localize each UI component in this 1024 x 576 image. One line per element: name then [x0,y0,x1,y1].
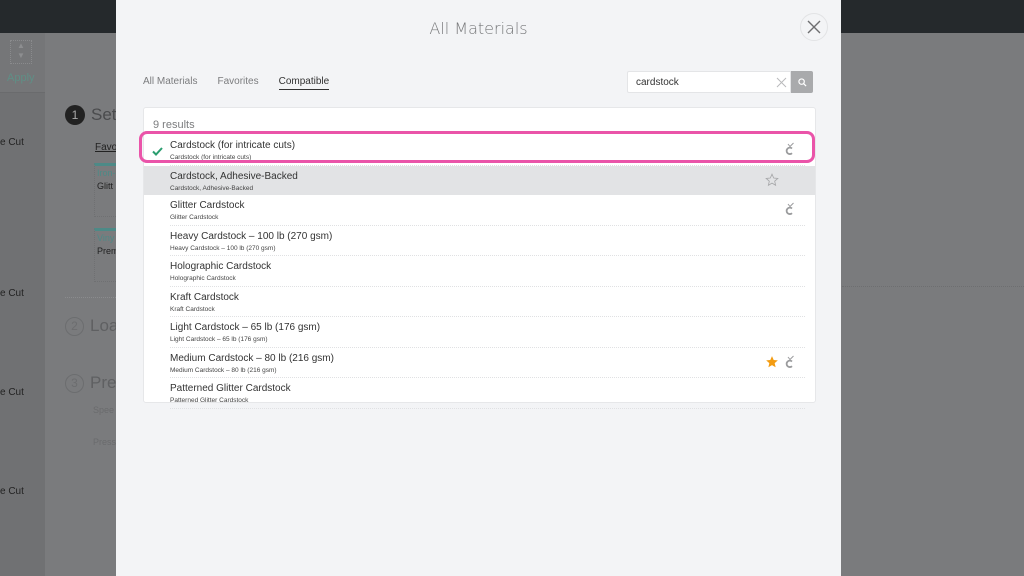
material-list-item[interactable]: Heavy Cardstock – 100 lb (270 gsm) Heavy … [170,226,805,256]
material-name: Kraft Cardstock [170,291,239,303]
background-step-3: 3 Pre [65,373,116,393]
background-cut-label: e Cut [0,486,24,497]
compatible-machine-icon [785,202,794,215]
background-step-1: 1 Set [65,105,117,125]
material-subtitle: Light Cardstock – 65 lb (176 gsm) [170,336,268,343]
close-button[interactable] [800,13,828,41]
material-item-icons [784,142,795,155]
background-favorites-tab: Favo [95,142,118,153]
background-cut-label: e Cut [0,288,24,299]
selected-check [152,143,163,161]
search-input[interactable] [628,75,773,89]
material-subtitle: Cardstock, Adhesive-Backed [170,184,254,192]
close-icon [807,20,821,34]
material-subtitle: Medium Cardstock – 80 lb (216 gsm) [170,366,277,374]
background-pressure-label: Press [93,437,117,447]
clear-search-button[interactable] [772,73,790,91]
search-bar [627,71,813,93]
material-item-icons [765,172,779,187]
background-cut-label: e Cut [0,387,24,398]
material-name: Cardstock (for intricate cuts) [170,140,296,151]
background-step-2: 2 Loa [65,316,118,336]
step-number: 1 [65,105,85,125]
material-item-icons [765,355,795,369]
material-name: Patterned Glitter Cardstock [170,383,291,394]
material-item-icons [784,202,795,215]
background-cut-label: e Cut [0,137,24,148]
material-list-item[interactable]: Cardstock, Adhesive-Backed Cardstock, Adh… [144,165,815,195]
material-list-item[interactable]: Patterned Glitter Cardstock Patterned Gli… [170,378,805,409]
material-subtitle: Heavy Cardstock – 100 lb (270 gsm) [170,244,276,252]
material-tabs: All Materials Favorites Compatible [143,76,330,90]
material-subtitle: Holographic Cardstock [170,275,236,282]
favorite-star-filled-icon[interactable] [765,355,779,369]
tab-all-materials[interactable]: All Materials [143,76,197,90]
material-name: Light Cardstock – 65 lb (176 gsm) [170,322,321,333]
material-name: Cardstock, Adhesive-Backed [170,170,298,182]
material-list-item[interactable]: Kraft Cardstock Kraft Cardstock [170,287,805,317]
material-subtitle: Kraft Cardstock [170,305,215,313]
modal-title: All Materials [429,19,528,38]
tab-compatible[interactable]: Compatible [278,76,330,90]
background-divider [65,297,116,298]
material-list-item[interactable]: Cardstock (for intricate cuts) Cardstock … [152,135,805,166]
step-label: Pre [90,373,117,392]
material-name: Medium Cardstock – 80 lb (216 gsm) [170,352,334,364]
results-count: 9 results [153,119,195,131]
material-list-item[interactable]: Light Cardstock – 65 lb (176 gsm) Light C… [170,317,805,348]
step-label: Set [91,105,117,124]
search-icon [797,77,807,87]
background-speed-label: Spee [93,405,115,415]
search-input-wrapper [627,71,791,93]
background-stepper: ▲ ▼ [10,40,32,64]
step-number: 2 [65,316,84,336]
search-button[interactable] [791,71,813,93]
material-subtitle: Cardstock (for intricate cuts) [170,154,252,161]
checkmark-icon [152,147,163,156]
background-apply-button: Apply [7,72,35,84]
close-icon [776,77,786,87]
results-panel: 9 results Cardstock (for intricate cuts)… [143,107,816,409]
step-number: 3 [65,373,84,393]
material-subtitle: Glitter Cardstock [170,214,219,221]
compatible-machine-icon [785,142,794,155]
compatible-machine-icon [785,355,794,368]
material-name: Heavy Cardstock – 100 lb (270 gsm) [170,230,333,242]
tab-favorites[interactable]: Favorites [217,76,258,90]
material-list: Cardstock (for intricate cuts) Cardstock … [144,135,815,409]
material-list-item[interactable]: Holographic Cardstock Holographic Cardsto… [170,256,805,287]
material-name: Glitter Cardstock [170,200,245,211]
background-divider [842,286,1024,287]
material-name: Holographic Cardstock [170,261,272,272]
material-list-item[interactable]: Glitter Cardstock Glitter Cardstock [170,195,805,226]
material-subtitle: Patterned Glitter Cardstock [170,397,249,404]
all-materials-modal: All Materials All Materials Favorites Co… [116,0,841,576]
favorite-star-outline-icon[interactable] [765,172,779,187]
material-list-item[interactable]: Medium Cardstock – 80 lb (216 gsm) Medium… [170,348,805,378]
step-label: Loa [90,316,119,335]
